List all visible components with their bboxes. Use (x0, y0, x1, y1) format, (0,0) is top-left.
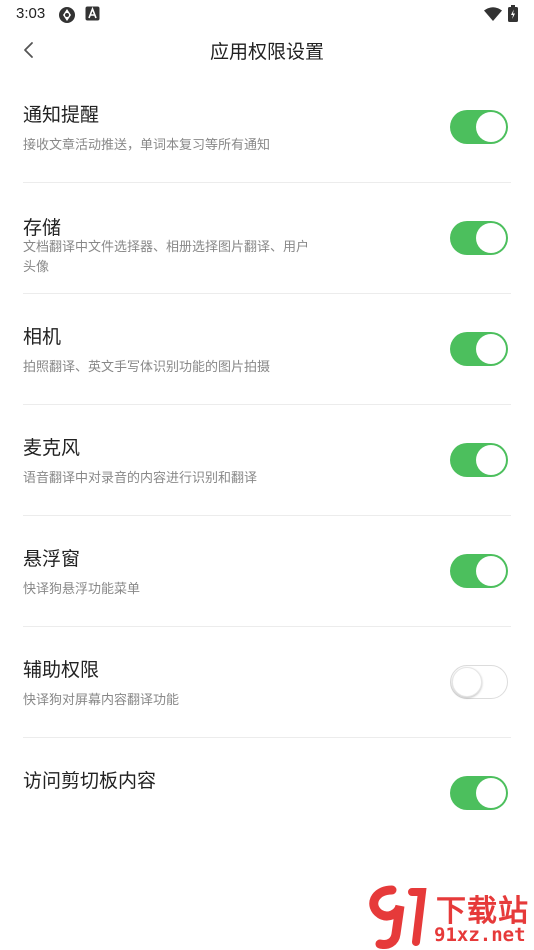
toggle-knob (476, 445, 506, 475)
toggle-knob (476, 223, 506, 253)
permission-row-microphone: 麦克风 语音翻译中对录音的内容进行识别和翻译 (0, 405, 534, 516)
header: 应用权限设置 (0, 28, 534, 72)
permission-title: 访问剪切板内容 (23, 770, 157, 792)
camera-toggle[interactable] (450, 332, 508, 366)
toggle-knob (476, 556, 506, 586)
permission-description: 语音翻译中对录音的内容进行识别和翻译 (23, 471, 258, 486)
accessibility-toggle[interactable] (450, 665, 508, 699)
storage-toggle[interactable] (450, 221, 508, 255)
permission-row-clipboard: 访问剪切板内容 (0, 738, 534, 849)
wifi-icon (484, 7, 502, 21)
permission-description: 快译狗悬浮功能菜单 (23, 582, 141, 597)
permission-title: 相机 (23, 326, 62, 348)
permission-row-storage: 存储 文档翻译中文件选择器、相册选择图片翻译、用户头像 (0, 183, 534, 294)
permission-title: 悬浮窗 (23, 548, 81, 570)
permission-description: 快译狗对屏幕内容翻译功能 (23, 693, 180, 708)
toggle-knob (476, 334, 506, 364)
permission-row-floating-window: 悬浮窗 快译狗悬浮功能菜单 (0, 516, 534, 627)
clipboard-toggle[interactable] (450, 776, 508, 810)
notifications-toggle[interactable] (450, 110, 508, 144)
status-time: 3:03 (16, 5, 46, 22)
toggle-knob (452, 667, 482, 697)
permission-list: 通知提醒 接收文章活动推送，单词本复习等所有通知 存储 文档翻译中文件选择器、相… (0, 72, 534, 849)
microphone-toggle[interactable] (450, 443, 508, 477)
status-bar: 3:03 (0, 0, 534, 28)
permission-description: 拍照翻译、英文手写体识别功能的图片拍摄 (23, 360, 271, 375)
page-title: 应用权限设置 (209, 41, 324, 63)
permission-title: 存储 (23, 217, 62, 239)
app-notification-icon (58, 6, 76, 24)
font-notification-icon (85, 6, 100, 21)
watermark-logo-icon (369, 885, 427, 949)
permission-description: 文档翻译中文件选择器、相册选择图片翻译、用户头像 (23, 240, 310, 275)
permission-description: 接收文章活动推送，单词本复习等所有通知 (23, 138, 271, 153)
watermark-url: 91xz.net (434, 924, 526, 946)
permission-title: 麦克风 (23, 437, 81, 459)
permission-row-notifications: 通知提醒 接收文章活动推送，单词本复习等所有通知 (0, 72, 534, 183)
site-watermark: 下载站 91xz.net (362, 884, 534, 950)
toggle-knob (476, 112, 506, 142)
permission-title: 辅助权限 (23, 659, 100, 681)
battery-icon (508, 5, 518, 22)
permission-row-accessibility: 辅助权限 快译狗对屏幕内容翻译功能 (0, 627, 534, 738)
toggle-knob (476, 778, 506, 808)
permission-title: 通知提醒 (23, 104, 100, 126)
floating-window-toggle[interactable] (450, 554, 508, 588)
permission-row-camera: 相机 拍照翻译、英文手写体识别功能的图片拍摄 (0, 294, 534, 405)
